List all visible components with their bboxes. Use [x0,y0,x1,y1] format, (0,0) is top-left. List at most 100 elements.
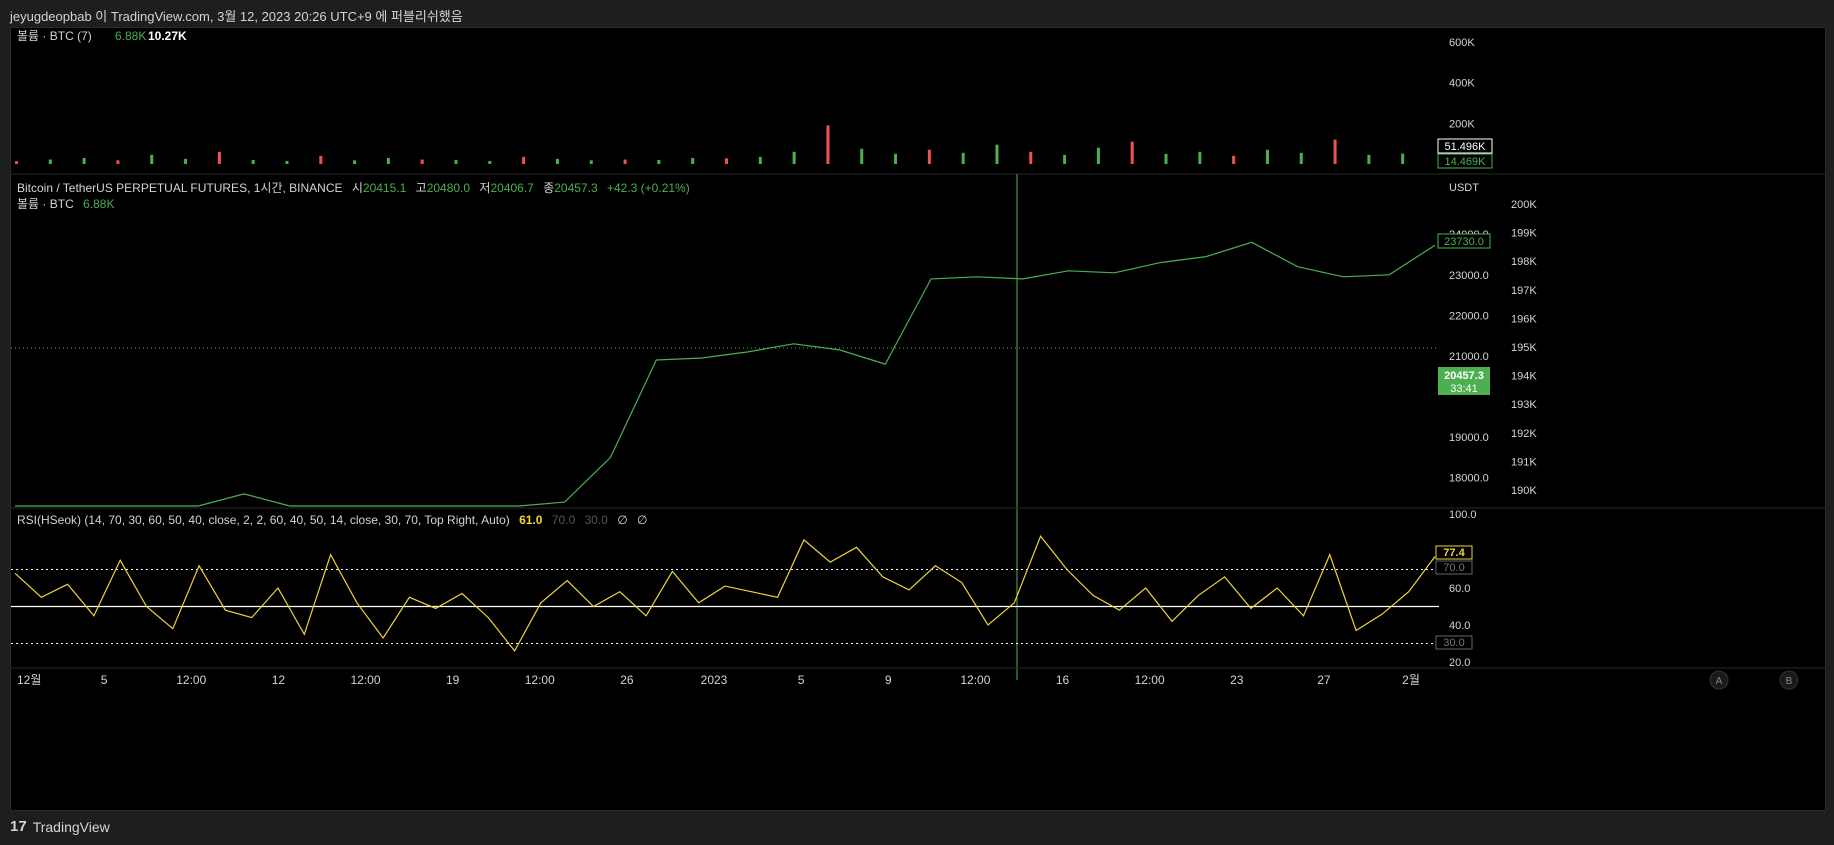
price-axis-tick-label: 23000.0 [1449,270,1489,282]
time-axis-tick-label: 27 [1317,673,1331,687]
volume-bar [319,155,323,164]
change-value: +42.3 (+0.21%) [607,181,690,195]
secondary-axis-tick-label: 199K [1511,228,1537,240]
secondary-axis-tick-label: 196K [1511,313,1537,325]
price-series-line [15,241,1436,507]
rsi-legend-30: 30.0 [585,513,609,527]
volume-bar [1130,141,1134,164]
time-axis-tick-label: 5 [798,673,805,687]
footer: 17 TradingView [10,818,110,835]
volume-legend-value2: 10.27K [148,29,187,43]
secondary-axis[interactable]: 200K 199K 198K 197K 196K 195K 194K 193K 192K 191K… [1511,199,1537,497]
volume-bar [1232,155,1236,164]
secondary-axis-tick-label: 195K [1511,342,1537,354]
volume-bar [488,160,492,164]
volume-axis: 600K 400K 200K [1449,37,1475,130]
rsi-axis-tick-label: 60.0 [1449,583,1470,595]
rsi-pane[interactable]: RSI(HSeok) (14, 70, 30, 60, 50, 40, clos… [11,509,1477,669]
volume-badge-green: 14.469K [1445,156,1487,168]
rsi-legend-text: RSI(HSeok) (14, 70, 30, 60, 50, 40, clos… [17,513,510,527]
volume-bar [1198,151,1202,164]
rsi-legend-value: 61.0 [519,513,543,527]
price-volume-label: 볼륨 · BTC [17,197,74,211]
price-axis-tick-label: 19000.0 [1449,432,1489,444]
low-value: 20406.7 [490,181,534,195]
volume-bar [657,159,661,164]
volume-bar [48,159,52,164]
time-axis[interactable]: 12월 5 12:00 12 12:00 19 12:00 26 2023 5 9 12:00 16 12… [17,673,1420,687]
price-badge: 23730.0 [1444,236,1484,248]
volume-axis-tick-label: 200K [1449,118,1475,130]
secondary-axis-tick-label: 190K [1511,485,1537,497]
price-axis[interactable]: 24000.023000.022000.021000.019000.018000… [1449,229,1489,484]
price-volume-legend: 볼륨 · BTC 6.88K [17,197,114,211]
time-axis-tick-label: 19 [446,673,460,687]
price-axis-tick-label: 18000.0 [1449,473,1489,485]
volume-bar [860,148,864,164]
chart-area[interactable]: 볼륨 · BTC (7) 6.88K 10.27K 600K 400K 200K 5… [10,27,1826,811]
rsi-badge-70: 70.0 [1443,562,1464,574]
rsi-series-line [14,535,1436,652]
time-axis-tick-label: 2023 [701,673,728,687]
volume-bar [15,161,18,164]
volume-bar [1367,154,1371,164]
volume-bar [1063,154,1067,164]
volume-bar [522,156,526,164]
volume-pane[interactable]: 볼륨 · BTC (7) 6.88K 10.27K 600K 400K 200K 5… [15,29,1493,169]
secondary-axis-tick-label: 193K [1511,399,1537,411]
volume-axis-tick-label: 600K [1449,37,1475,49]
axis-button-b[interactable]: B [1779,670,1799,690]
axis-button-a[interactable]: A [1709,670,1729,690]
rsi-badge: 77.4 [1443,547,1465,559]
time-axis-tick-label: 12:00 [525,673,555,687]
volume-bar [758,156,762,164]
volume-bar [454,159,458,164]
rsi-legend-70: 70.0 [552,513,576,527]
price-axis-tick-label: 22000.0 [1449,310,1489,322]
axis-button-b-label: B [1786,676,1793,687]
high-value: 20480.0 [427,181,471,195]
price-axis-tick-label: 21000.0 [1449,351,1489,363]
volume-bar [1096,147,1100,164]
volume-bar [589,160,593,164]
time-axis-tick-label: 12:00 [960,673,990,687]
volume-bar [1265,149,1269,164]
time-axis-tick-label: 9 [885,673,892,687]
last-price-badge: 20457.3 [1444,370,1484,382]
secondary-axis-tick-label: 192K [1511,428,1537,440]
volume-bar [420,159,424,164]
time-axis-tick-label: 23 [1230,673,1244,687]
volume-bar [184,158,188,164]
high-label: 고 [416,181,427,195]
secondary-axis-tick-label: 198K [1511,256,1537,268]
volume-bar [894,153,898,164]
volume-bar [82,157,86,164]
rsi-legend-empty1: ∅ [617,513,627,527]
volume-bar [623,159,627,164]
published-info: jeyugdeopbab 이 TradingView.com, 3월 12, 2… [10,9,463,24]
rsi-legend: RSI(HSeok) (14, 70, 30, 60, 50, 40, clos… [17,513,647,527]
time-axis-tick-label: 5 [101,673,108,687]
volume-bar [386,157,390,164]
currency-label: USDT [1449,182,1479,194]
time-axis-tick-label: 26 [620,673,634,687]
volume-bar [285,160,289,164]
low-label: 저 [479,181,490,195]
volume-bar [1164,153,1168,164]
time-axis-tick-label: 2월 [1402,673,1420,687]
volume-bar [995,144,999,164]
rsi-axis-tick-label: 100.0 [1449,509,1477,521]
volume-axis-tick-label: 400K [1449,78,1475,90]
chart-svg[interactable]: 볼륨 · BTC (7) 6.88K 10.27K 600K 400K 200K 5… [11,28,1825,810]
price-volume-value: 6.88K [83,197,114,211]
time-axis-tick-label: 12:00 [350,673,380,687]
time-axis-tick-label: 12 [272,673,286,687]
footer-brand[interactable]: TradingView [33,819,110,835]
close-label: 종 [543,181,554,195]
tradingview-logo-icon[interactable]: 17 [10,818,27,835]
time-axis-tick-label: 12:00 [176,673,206,687]
symbol-label: Bitcoin / TetherUS PERPETUAL FUTURES, 1시… [17,181,343,195]
secondary-axis-tick-label: 197K [1511,285,1537,297]
volume-bar [961,152,965,164]
volume-bar [555,158,559,164]
